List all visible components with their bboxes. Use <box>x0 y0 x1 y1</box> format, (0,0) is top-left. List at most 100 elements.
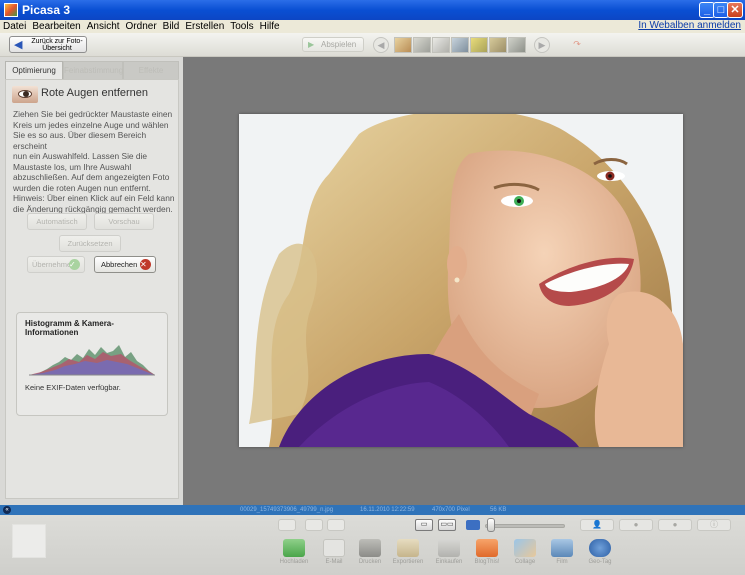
geotag-button[interactable]: Geo-Tag <box>580 539 620 573</box>
histogram-box: Histogramm & Kamera-Informationen Keine … <box>16 312 168 416</box>
status-date: 16.11.2010 12:22:59 <box>360 507 415 513</box>
menu-hilfe[interactable]: Hilfe <box>257 21 283 33</box>
web-albums-signin-link[interactable]: In Webalben anmelden <box>638 20 741 32</box>
status-bar: « 00029_15749373906_49799_n.jpg 16.11.20… <box>0 505 745 515</box>
rotate-right-button[interactable] <box>327 519 345 531</box>
histogram-graphic <box>29 345 155 376</box>
menu-ordner[interactable]: Ordner <box>123 21 160 33</box>
play-slideshow-button[interactable]: ▶ Abspielen <box>302 37 364 52</box>
menu-bar: Datei Bearbeiten Ansicht Ordner Bild Erstelle… <box>0 20 745 33</box>
photo-canvas[interactable] <box>239 114 683 447</box>
close-button[interactable]: ✕ <box>727 2 743 18</box>
cancel-button[interactable]: Abbrechen ✕ <box>94 256 156 273</box>
shop-icon <box>438 539 460 557</box>
reset-button[interactable]: Zurücksetzen <box>59 235 121 252</box>
upload-label: Hochladen <box>279 559 309 565</box>
check-icon: ✓ <box>69 259 80 270</box>
geotag-label: Geo-Tag <box>588 559 612 565</box>
filmstrip-thumb[interactable] <box>508 37 526 53</box>
picasa-app-icon <box>4 3 18 17</box>
zoom-slider-handle[interactable] <box>487 518 495 532</box>
shop-button[interactable]: Einkaufen <box>429 539 469 573</box>
email-icon <box>323 539 345 557</box>
play-icon: ▶ <box>308 40 315 49</box>
filmstrip-thumb[interactable] <box>394 37 412 53</box>
next-photo-button[interactable]: ▶ <box>534 37 550 53</box>
red-eye-tool-icon <box>12 86 38 103</box>
export-button[interactable]: Exportieren <box>388 539 428 573</box>
portrait-photo <box>239 114 683 447</box>
tray-toggle-icon[interactable]: « <box>3 506 11 514</box>
tool-instructions: Ziehen Sie bei gedrückter Maustaste eine… <box>13 109 175 214</box>
tab-feinabstimmung[interactable]: Feinabstimmung <box>63 61 123 79</box>
view-single-button[interactable]: ▭ <box>415 519 433 531</box>
automatic-button[interactable]: Automatisch <box>27 213 87 230</box>
movie-button[interactable]: Film <box>542 539 582 573</box>
folder-icon <box>397 539 419 557</box>
tab-effekte[interactable]: Effekte <box>123 61 179 79</box>
menu-bild[interactable]: Bild <box>160 21 183 33</box>
back-arrow-icon: ◀ <box>14 39 23 51</box>
info-button[interactable]: ⓘ <box>697 519 731 531</box>
upload-button[interactable]: Hochladen <box>274 539 314 573</box>
apply-button[interactable]: Übernehmen ✓ <box>27 256 85 273</box>
tags-button[interactable]: ● <box>658 519 692 531</box>
collage-icon <box>514 539 536 557</box>
previous-photo-button[interactable]: ◀ <box>373 37 389 53</box>
places-button[interactable]: ● <box>619 519 653 531</box>
filmstrip-thumb[interactable] <box>470 37 488 53</box>
preview-button[interactable]: Vorschau <box>94 213 154 230</box>
email-label: E-Mail <box>325 559 343 565</box>
export-label: Exportieren <box>392 559 424 565</box>
blogthis-button[interactable]: BlogThis! <box>467 539 507 573</box>
menu-datei[interactable]: Datei <box>0 21 29 33</box>
film-icon <box>551 539 573 557</box>
menu-bearbeiten[interactable]: Bearbeiten <box>29 21 83 33</box>
movie-label: Film <box>556 559 568 565</box>
toolbar: ◀ Zurück zur Foto-Übersicht ▶ Abspielen … <box>0 33 745 57</box>
window-title: Picasa 3 <box>22 3 71 17</box>
globe-icon <box>589 539 611 557</box>
people-button[interactable]: 👤 <box>580 519 614 531</box>
back-to-library-button[interactable]: ◀ Zurück zur Foto-Übersicht <box>9 36 87 53</box>
filmstrip-thumb[interactable] <box>489 37 507 53</box>
tool-title: Rote Augen entfernen <box>41 87 149 99</box>
menu-tools[interactable]: Tools <box>227 21 256 33</box>
exif-info-text: Keine EXIF-Daten verfügbar. <box>25 383 121 392</box>
tab-optimierung[interactable]: Optimierung <box>5 61 63 79</box>
tray-photo-thumbnail[interactable] <box>12 524 46 558</box>
edit-panel: Optimierung Feinabstimmung Effekte Rote … <box>0 57 183 505</box>
blogthis-label: BlogThis! <box>474 559 500 565</box>
email-button[interactable]: E-Mail <box>314 539 354 573</box>
photo-view <box>183 57 745 505</box>
edit-tabs: Optimierung Feinabstimmung Effekte <box>5 61 179 79</box>
collage-label: Collage <box>514 559 536 565</box>
view-compare-button[interactable]: ▭▭ <box>438 519 456 531</box>
back-button-label: Zurück zur Foto-Übersicht <box>31 38 83 52</box>
photo-tray: ▭ ▭▭ 👤 ● ● ⓘ Hochladen E-Mail Drucken Ex… <box>0 515 745 575</box>
zoom-slider[interactable] <box>485 524 565 528</box>
cancel-button-label: Abbrechen <box>101 260 138 269</box>
rotate-left-button[interactable] <box>305 519 323 531</box>
collage-button[interactable]: Collage <box>505 539 545 573</box>
filmstrip-thumb[interactable] <box>432 37 450 53</box>
menu-ansicht[interactable]: Ansicht <box>84 21 123 33</box>
print-button[interactable]: Drucken <box>350 539 390 573</box>
zoom-icon <box>466 520 480 530</box>
play-button-label: Abspielen <box>321 40 357 49</box>
status-filesize: 56 KB <box>490 507 507 513</box>
shop-label: Einkaufen <box>435 559 463 565</box>
rotate-icon[interactable]: ↷ <box>569 37 585 53</box>
upload-icon <box>283 539 305 557</box>
tool-panel: Rote Augen entfernen Ziehen Sie bei gedr… <box>5 79 179 499</box>
filmstrip-thumb[interactable] <box>413 37 431 53</box>
status-dimensions: 470x700 Pixel <box>432 507 470 513</box>
filmstrip-thumb[interactable] <box>451 37 469 53</box>
status-filename: 00029_15749373906_49799_n.jpg <box>240 507 334 513</box>
cancel-x-icon: ✕ <box>140 259 151 270</box>
hold-photo-button[interactable] <box>278 519 296 531</box>
menu-erstellen[interactable]: Erstellen <box>182 21 227 33</box>
printer-icon <box>359 539 381 557</box>
title-bar: Picasa 3 _ □ ✕ <box>0 0 745 20</box>
print-label: Drucken <box>358 559 382 565</box>
